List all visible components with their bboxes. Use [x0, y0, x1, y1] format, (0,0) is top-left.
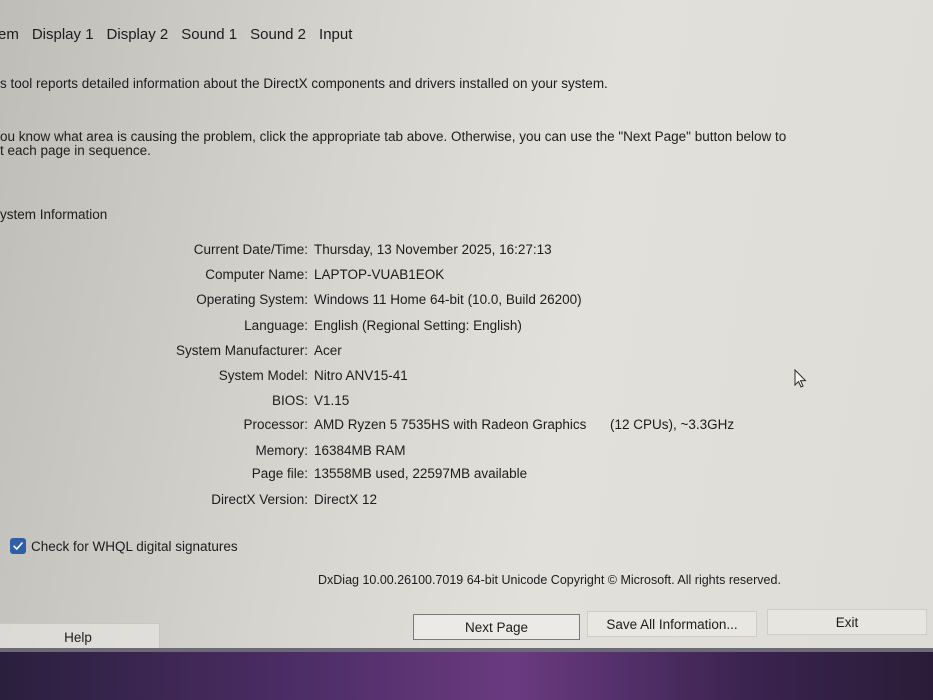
info-label: Language: — [244, 318, 308, 333]
tab-bar: em Display 1 Display 2 Sound 1 Sound 2 I… — [0, 26, 365, 43]
next-page-button[interactable]: Next Page — [413, 614, 580, 640]
tab-display-2[interactable]: Display 2 — [107, 26, 169, 43]
whql-checkbox[interactable] — [10, 538, 26, 554]
info-value: 13558MB used, 22597MB available — [314, 466, 528, 481]
background-desk — [0, 652, 933, 700]
info-label: System Model: — [218, 368, 308, 383]
info-row-datetime: Current Date/Time: Thursday, 13 November… — [0, 242, 760, 260]
help-button[interactable]: Help — [0, 623, 160, 651]
tab-input[interactable]: Input — [319, 26, 352, 43]
info-row-language: Language: English (Regional Setting: Eng… — [0, 318, 760, 336]
tab-sound-1[interactable]: Sound 1 — [181, 26, 237, 43]
info-value: Windows 11 Home 64-bit (10.0, Build 2620… — [314, 292, 582, 307]
info-value: English (Regional Setting: English) — [314, 318, 522, 333]
tab-display-1[interactable]: Display 1 — [32, 26, 94, 43]
info-value: Acer — [314, 343, 342, 358]
info-value: 16384MB RAM — [314, 443, 406, 458]
tab-system[interactable]: em — [0, 26, 19, 43]
info-value: Nitro ANV15-41 — [314, 368, 408, 383]
info-extra: (12 CPUs), ~3.3GHz — [610, 417, 735, 432]
info-row-directx: DirectX Version: DirectX 12 — [0, 492, 760, 510]
info-row-computer-name: Computer Name: LAPTOP-VUAB1EOK — [0, 267, 760, 285]
intro-instructions-cont: t each page in sequence. — [0, 143, 151, 158]
info-value: V1.15 — [314, 393, 350, 408]
info-value: Thursday, 13 November 2025, 16:27:13 — [314, 242, 552, 257]
save-all-information-button[interactable]: Save All Information... — [587, 611, 757, 637]
info-label: Computer Name: — [205, 267, 308, 282]
version-copyright: DxDiag 10.00.26100.7019 64-bit Unicode C… — [318, 573, 781, 587]
intro-instructions: ou know what area is causing the problem… — [0, 129, 787, 144]
intro-text: s tool reports detailed information abou… — [0, 76, 608, 91]
info-label: Processor: — [243, 417, 308, 432]
info-label: System Manufacturer: — [175, 343, 308, 358]
info-row-os: Operating System: Windows 11 Home 64-bit… — [0, 292, 760, 310]
whql-checkbox-row[interactable]: Check for WHQL digital signatures — [10, 538, 238, 554]
info-label: Operating System: — [196, 292, 308, 307]
section-title: ystem Information — [0, 207, 108, 222]
info-value: AMD Ryzen 5 7535HS with Radeon Graphics — [314, 417, 587, 432]
info-row-memory: Memory: 16384MB RAM — [0, 443, 760, 461]
mouse-pointer-icon — [794, 368, 808, 394]
info-label: Page file: — [251, 466, 308, 481]
info-label: DirectX Version: — [211, 492, 308, 507]
checkmark-icon — [13, 542, 23, 550]
exit-button[interactable]: Exit — [767, 609, 927, 635]
info-label: Current Date/Time: — [193, 242, 308, 257]
whql-checkbox-label: Check for WHQL digital signatures — [31, 538, 238, 554]
info-value: DirectX 12 — [314, 492, 378, 507]
info-row-model: System Model: Nitro ANV15-41 — [0, 368, 760, 386]
info-label: Memory: — [255, 443, 308, 458]
info-row-bios: BIOS: V1.15 — [0, 393, 760, 411]
info-row-page-file: Page file: 13558MB used, 22597MB availab… — [0, 466, 760, 484]
info-label: BIOS: — [271, 393, 308, 408]
info-value: LAPTOP-VUAB1EOK — [314, 267, 445, 282]
info-row-processor: Processor: AMD Ryzen 5 7535HS with Radeo… — [0, 417, 760, 435]
info-row-manufacturer: System Manufacturer: Acer — [0, 343, 760, 361]
tab-sound-2[interactable]: Sound 2 — [250, 26, 306, 43]
